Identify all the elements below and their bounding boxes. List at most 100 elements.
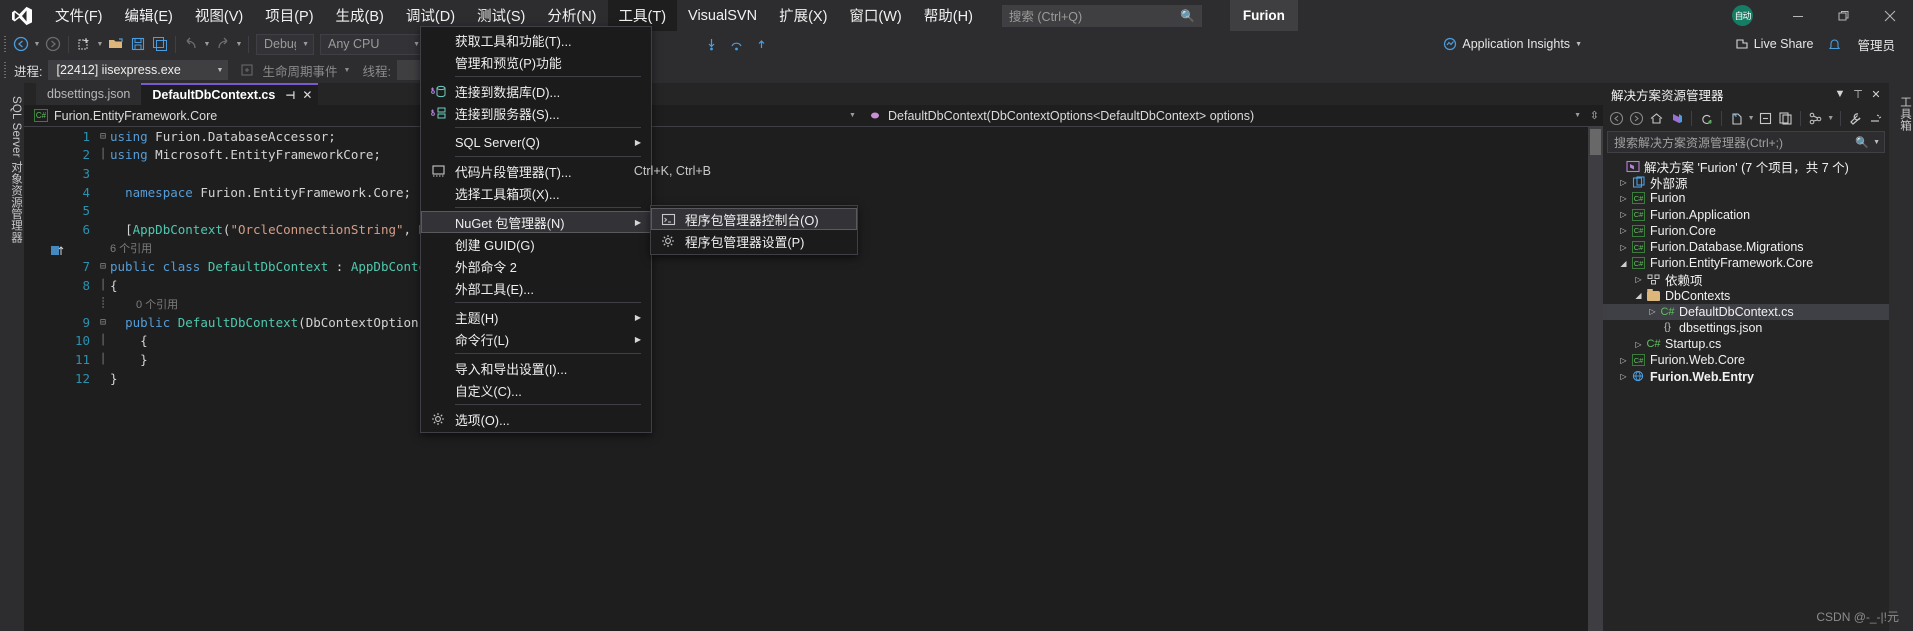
tree-node-furion-web-entry[interactable]: ▷ Furion.Web.Entry <box>1603 368 1889 384</box>
refresh-icon[interactable] <box>1697 107 1716 129</box>
new-project-dropdown[interactable]: ▼ <box>95 31 105 57</box>
expand-arrow[interactable]: ▷ <box>1617 194 1630 203</box>
menu-item-create-guid[interactable]: 创建 GUID(G) <box>421 233 651 255</box>
menu-item-package-manager-settings[interactable]: 程序包管理器设置(P) <box>651 230 857 252</box>
chevron-down-icon[interactable]: ▼ <box>1747 107 1756 129</box>
navigate-forward-icon[interactable] <box>1627 107 1646 129</box>
tree-node-furion-entityframework-core[interactable]: ◢ C# Furion.EntityFramework.Core <box>1603 255 1889 271</box>
home-icon[interactable] <box>1647 107 1666 129</box>
toolbox-tab[interactable]: 工具箱 <box>1889 88 1913 139</box>
step-into-icon[interactable] <box>700 31 722 57</box>
new-project-icon[interactable] <box>73 31 95 57</box>
toolbar2-grip[interactable] <box>0 57 10 83</box>
redo-dropdown[interactable]: ▼ <box>234 31 244 57</box>
menu-item-theme[interactable]: 主题(H) ▶ <box>421 306 651 328</box>
expand-arrow[interactable]: ▷ <box>1632 340 1645 349</box>
expand-arrow[interactable]: ▷ <box>1617 226 1630 235</box>
minimize-button[interactable] <box>1775 0 1821 31</box>
chevron-down-icon[interactable]: ▼ <box>1826 107 1835 129</box>
menu-item-external-command-2[interactable]: 外部命令 2 <box>421 255 651 277</box>
save-icon[interactable] <box>127 31 149 57</box>
menu-window[interactable]: 窗口(W) <box>838 0 912 31</box>
toolbar-grip[interactable] <box>0 31 10 57</box>
close-icon[interactable]: ✕ <box>1867 88 1885 101</box>
menu-item-import-export-settings[interactable]: 导入和导出设置(I)... <box>421 357 651 379</box>
platform-combo[interactable]: Any CPU ▼ <box>320 33 425 55</box>
tools-dropdown-menu[interactable]: 获取工具和功能(T)... 管理和预览(P)功能 连接到数据库(D)... 连接… <box>420 26 711 433</box>
menu-item-sql-server[interactable]: SQL Server(Q) ▶ <box>421 131 651 153</box>
wrench-icon[interactable] <box>1846 107 1865 129</box>
tree-node-dbcontexts[interactable]: ◢ DbContexts <box>1603 288 1889 304</box>
undo-icon[interactable] <box>180 31 202 57</box>
editor-tab-defaultdbcontext[interactable]: DefaultDbContext.cs ⊣ ✕ <box>141 83 319 105</box>
menu-item-choose-toolbox-items[interactable]: 选择工具箱项(X)... <box>421 182 651 204</box>
step-over-icon[interactable] <box>725 31 747 57</box>
menu-item-external-tools[interactable]: 外部工具(E)... <box>421 277 651 299</box>
fold-marker[interactable]: ⊟ <box>96 317 110 328</box>
properties-icon[interactable] <box>1776 107 1795 129</box>
tree-node-furion-core[interactable]: ▷ C# Furion.Core <box>1603 223 1889 239</box>
codelens-references[interactable]: 0 个引用 <box>110 296 1603 312</box>
solution-view-icon[interactable] <box>1667 107 1686 129</box>
collapse-arrow[interactable]: ◢ <box>1617 259 1630 268</box>
menu-item-customize[interactable]: 自定义(C)... <box>421 379 651 401</box>
menu-edit[interactable]: 编辑(E) <box>114 0 184 31</box>
chevron-down-icon[interactable]: ▼ <box>1873 139 1880 146</box>
bell-icon[interactable] <box>1823 31 1845 57</box>
undo-dropdown[interactable]: ▼ <box>202 31 212 57</box>
collapse-arrow[interactable]: ◢ <box>1632 291 1645 300</box>
preview-icon[interactable] <box>1866 107 1885 129</box>
menu-view[interactable]: 视图(V) <box>184 0 254 31</box>
chevron-down-icon[interactable]: ▼ <box>1831 88 1849 100</box>
tree-node-furion-web-core[interactable]: ▷ C# Furion.Web.Core <box>1603 352 1889 368</box>
expand-arrow[interactable]: ▷ <box>1617 372 1630 381</box>
tree-node-startup-cs[interactable]: ▷ C# Startup.cs <box>1603 336 1889 352</box>
editor-tab-dbsettings[interactable]: dbsettings.json <box>36 83 142 105</box>
nav-project[interactable]: Furion.EntityFramework.Core <box>54 109 217 123</box>
menu-build[interactable]: 生成(B) <box>325 0 395 31</box>
expand-arrow[interactable]: ▷ <box>1617 243 1630 252</box>
menu-extensions[interactable]: 扩展(X) <box>768 0 838 31</box>
lifecycle-icon[interactable] <box>236 57 258 83</box>
navigate-back-icon[interactable] <box>1607 107 1626 129</box>
expand-arrow[interactable]: ▷ <box>1617 178 1630 187</box>
live-share-button[interactable]: Live Share <box>1727 37 1822 51</box>
menu-item-command-line[interactable]: 命令行(L) ▶ <box>421 328 651 350</box>
navigate-back-icon[interactable] <box>10 31 32 57</box>
solution-tree[interactable]: 解决方案 'Furion' (7 个项目，共 7 个) ▷ 外部源 ▷ C# F… <box>1603 158 1889 385</box>
manage-button[interactable]: 管理员 <box>1847 35 1905 54</box>
tree-node-defaultdbcontext-cs[interactable]: ▷ C# DefaultDbContext.cs <box>1603 303 1889 320</box>
chevron-down-icon[interactable]: ▼ <box>849 112 856 119</box>
menu-file[interactable]: 文件(F) <box>44 0 114 31</box>
menu-item-get-tools[interactable]: 获取工具和功能(T)... <box>421 29 651 51</box>
process-combo[interactable]: [22412] iisexpress.exe ▼ <box>48 60 229 80</box>
collapse-all-icon[interactable] <box>1756 107 1775 129</box>
save-all-icon[interactable] <box>149 31 171 57</box>
tree-node-dependencies[interactable]: ▷ 依赖项 <box>1603 271 1889 288</box>
configuration-combo[interactable]: Debug ▼ <box>256 33 314 55</box>
tree-node-furion-application[interactable]: ▷ C# Furion.Application <box>1603 207 1889 223</box>
solution-explorer-search[interactable]: 搜索解决方案资源管理器(Ctrl+;) 🔍 ▼ <box>1607 131 1885 153</box>
chevron-down-icon[interactable]: ▼ <box>1574 112 1581 119</box>
tree-node-furion[interactable]: ▷ C# Furion <box>1603 190 1889 206</box>
tree-node-furion-database-migrations[interactable]: ▷ C# Furion.Database.Migrations <box>1603 239 1889 255</box>
menu-item-connect-database[interactable]: 连接到数据库(D)... <box>421 80 651 102</box>
scrollbar-thumb[interactable] <box>1590 129 1601 155</box>
menu-item-manage-preview[interactable]: 管理和预览(P)功能 <box>421 51 651 73</box>
menu-item-nuget-package-manager[interactable]: NuGet 包管理器(N) ▶ <box>421 211 651 233</box>
navigate-back-dropdown[interactable]: ▼ <box>32 31 42 57</box>
close-icon[interactable]: ✕ <box>302 88 312 102</box>
step-out-icon[interactable] <box>750 31 772 57</box>
tree-node-external-sources[interactable]: ▷ 外部源 <box>1603 174 1889 191</box>
navigate-forward-icon[interactable] <box>42 31 64 57</box>
expand-arrow[interactable]: ▷ <box>1617 210 1630 219</box>
editor-vertical-scrollbar[interactable] <box>1588 127 1603 631</box>
sql-server-object-explorer-tab[interactable]: SQL Server 对象资源管理器 <box>0 88 24 251</box>
fold-marker[interactable]: ⊟ <box>96 261 110 272</box>
menu-item-code-snippet-manager[interactable]: 代码片段管理器(T)... Ctrl+K, Ctrl+B <box>421 160 721 182</box>
nuget-submenu[interactable]: 程序包管理器控制台(O) 程序包管理器设置(P) <box>650 205 858 255</box>
menu-item-connect-server[interactable]: 连接到服务器(S)... <box>421 102 651 124</box>
pin-icon[interactable]: ⊣ <box>285 89 295 102</box>
open-file-icon[interactable] <box>105 31 127 57</box>
redo-icon[interactable] <box>212 31 234 57</box>
